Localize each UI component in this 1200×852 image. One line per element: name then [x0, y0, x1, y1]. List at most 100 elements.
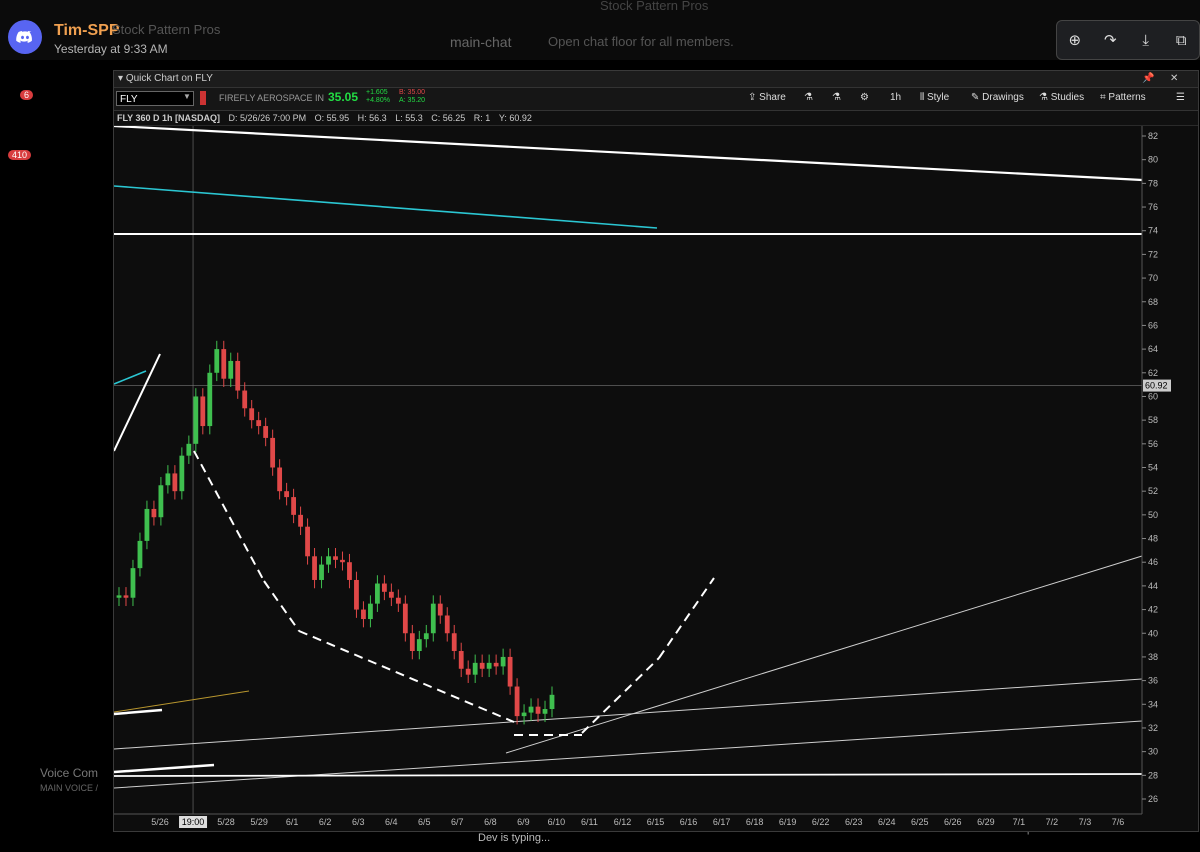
trendline [193, 450, 265, 582]
flask-icon[interactable]: ⚗ [804, 89, 813, 107]
x-tick-label: 5/26 [151, 817, 169, 827]
candles [116, 340, 555, 725]
candle-body [326, 556, 331, 565]
typing-indicator: Dev is typing... [478, 832, 551, 844]
menu-icon[interactable]: ☰ [1176, 89, 1185, 107]
y-tick-label: 48 [1148, 534, 1158, 544]
candle-body [235, 360, 241, 391]
candle-body [214, 349, 220, 373]
candle-body [263, 426, 269, 438]
candle-body [228, 360, 234, 379]
candle-body [158, 485, 164, 518]
candle-body [395, 597, 401, 604]
x-tick-label: 6/12 [614, 817, 632, 827]
y-tick-label: 26 [1148, 794, 1158, 804]
x-tick-label: 6/18 [746, 817, 764, 827]
zoom-in-icon[interactable]: ⊕ [1063, 31, 1087, 49]
share-button[interactable]: ⇪ Share [748, 89, 786, 107]
bar-open: O: 55.95 [314, 113, 350, 123]
share-label: Share [759, 92, 786, 103]
candle-body [535, 706, 541, 714]
x-tick-label: 6/4 [385, 817, 398, 827]
trendline [114, 126, 1143, 182]
interval-button[interactable]: 1h [890, 89, 901, 107]
window-titlebar[interactable]: ▾ Quick Chart on FLY 📌 ✕ [114, 71, 1198, 88]
studies-icon: ⚗ [1039, 92, 1051, 103]
sent-time: Yesterday at 9:33 AM [54, 42, 168, 56]
y-tick-label: 82 [1148, 131, 1158, 141]
y-tick-label: 44 [1148, 581, 1158, 591]
dropdown-icon[interactable]: ▼ [183, 92, 191, 101]
patterns-button[interactable]: ⌗ Patterns [1100, 89, 1146, 107]
beaker-icon[interactable]: ⚗ [832, 89, 841, 107]
candle-body [172, 473, 178, 492]
y-tick-label: 42 [1148, 605, 1158, 615]
pin-icon[interactable]: 📌 [1142, 71, 1154, 87]
candle-body [221, 349, 227, 379]
close-icon[interactable]: ✕ [1170, 71, 1178, 87]
discord-logo-icon[interactable] [8, 20, 42, 54]
candle-body [479, 662, 485, 669]
y-tick-label: 28 [1148, 770, 1158, 780]
voice-label[interactable]: Voice Com [40, 766, 98, 780]
candle-body [354, 579, 359, 610]
share-icon: ⇪ [748, 92, 760, 103]
server-name-top: Stock Pattern Pros [600, 0, 709, 13]
x-tick-label: 6/3 [352, 817, 365, 827]
y-tick-label: 62 [1148, 368, 1158, 378]
candle-body [130, 568, 136, 598]
y-tick-label: 54 [1148, 463, 1158, 473]
trendline [114, 690, 250, 713]
candle-body [423, 633, 429, 640]
candle-body [116, 595, 122, 598]
bid: B: 35.00 [399, 89, 426, 96]
x-tick-label: 6/1 [286, 817, 299, 827]
candle-body [165, 473, 171, 486]
candle-body [375, 583, 380, 604]
style-label: Style [926, 92, 950, 103]
server-name[interactable]: Stock Pattern Pros [112, 22, 220, 37]
y-tick-label: 64 [1148, 344, 1158, 354]
channel-topic: Open chat floor for all members. [548, 34, 734, 49]
x-tick-label: 5/28 [217, 817, 235, 827]
trendline-drawings [114, 126, 1143, 814]
bar-range: R: 1 [473, 113, 491, 123]
net-change: +1.605 [366, 89, 388, 96]
x-tick-label: 6/26 [944, 817, 962, 827]
last-price: 35.05 [328, 90, 359, 104]
download-icon[interactable]: ⤓ [1134, 32, 1158, 49]
share-icon[interactable]: ↷ [1098, 31, 1122, 49]
trendline [658, 577, 715, 659]
channel-name[interactable]: main-chat [450, 34, 511, 50]
drawings-button[interactable]: ✎ Drawings [971, 89, 1024, 107]
candle-body [291, 497, 296, 515]
x-tick-label: 6/16 [680, 817, 698, 827]
trendline [581, 657, 660, 734]
candle-body [451, 633, 457, 652]
candle-body [333, 556, 338, 560]
chart-desc: FLY 360 D 1h [NASDAQ] [117, 113, 221, 123]
y-tick-label: 68 [1148, 297, 1158, 307]
bar-date: D: 5/26/26 7:00 PM [228, 113, 307, 123]
candle-body [284, 491, 290, 498]
x-tick-label: 5/29 [250, 817, 268, 827]
candle-body [472, 662, 478, 675]
trendline [114, 720, 1143, 789]
y-tick-label: 40 [1148, 628, 1158, 638]
y-tick-label: 70 [1148, 273, 1158, 283]
style-button[interactable]: ⫴ Style [920, 89, 949, 107]
gear-icon[interactable]: ⚙ [860, 89, 869, 107]
price-chart[interactable]: 26 28 30 32 34 36 38 40 42 44 46 48 50 52 54 56 58 60 62 64… [114, 126, 1198, 831]
studies-button[interactable]: ⚗ Studies [1039, 89, 1084, 107]
y-tick-label: 74 [1148, 226, 1158, 236]
candle-body [277, 467, 283, 492]
pencil-icon: ✎ [971, 92, 983, 103]
external-link-icon[interactable]: ⧉ [1169, 32, 1193, 49]
sender-name[interactable]: Tim-SPP [54, 22, 120, 40]
candle-body [493, 662, 499, 667]
y-tick-label: 36 [1148, 676, 1158, 686]
cursor-price-label: 60.92 [1145, 381, 1168, 391]
candle-body [507, 656, 513, 687]
y-tick-label: 32 [1148, 723, 1158, 733]
x-tick-label: 6/25 [911, 817, 929, 827]
